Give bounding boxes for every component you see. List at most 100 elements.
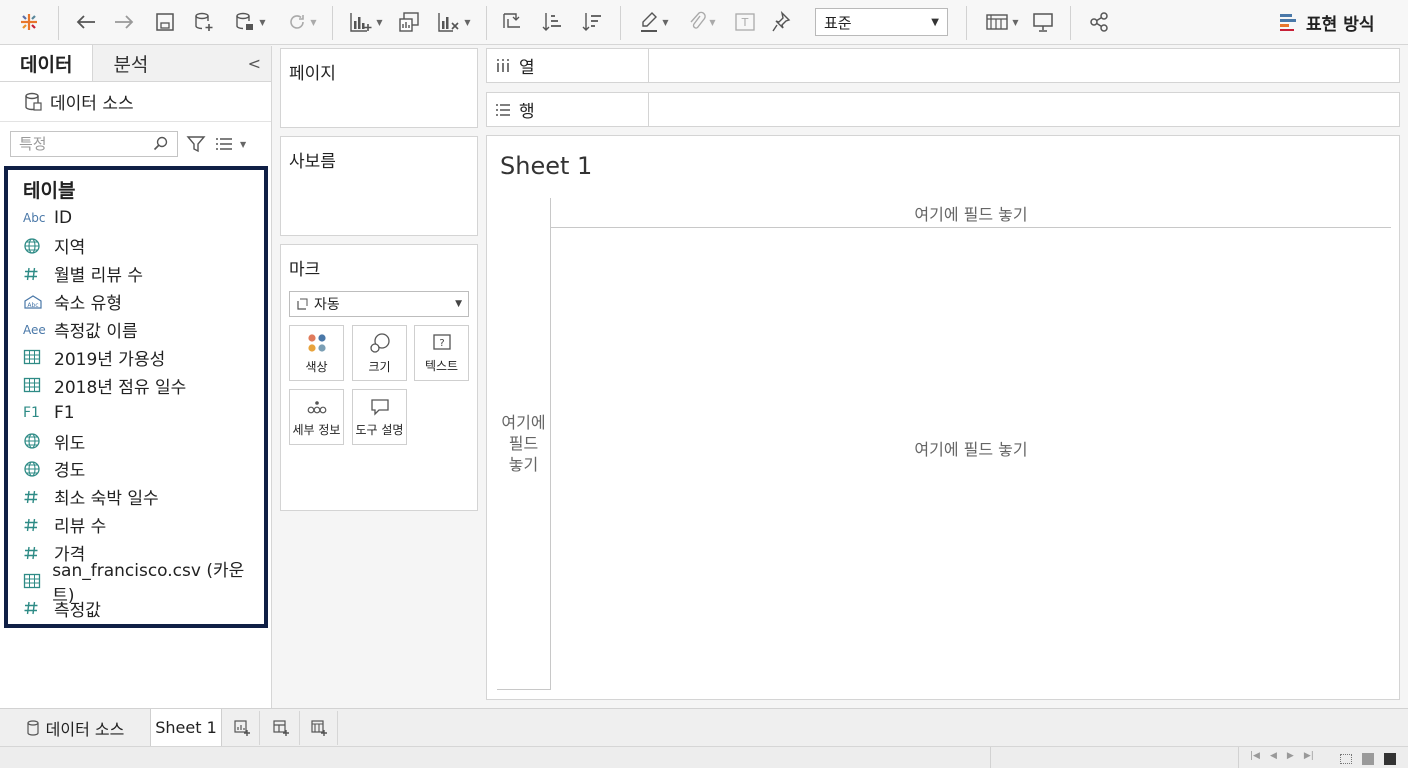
text-type-icon: Abc [23,210,46,225]
highlight-icon[interactable]: ▼ [634,8,674,36]
drop-zone-view[interactable]: 여기에 필드 놓기 [551,436,1391,460]
swap-rows-columns-icon[interactable] [498,8,526,36]
presentation-mode-icon[interactable] [1030,8,1056,36]
next-sheet-icon[interactable]: ▶ [1287,751,1294,761]
tables-title: 테이블 [23,179,76,202]
pause-updates-icon[interactable]: ▼ [228,8,272,36]
sort-descending-icon[interactable] [578,8,606,36]
rows-shelf[interactable]: 행 [486,92,1400,127]
sheet-tab-1[interactable]: Sheet 1 [150,709,222,746]
field-item[interactable]: Abc 숙소 유형 [18,288,254,316]
table-icon [18,573,52,589]
size-mark-button[interactable]: 크기 [352,325,407,381]
field-item[interactable]: 2018년 점유 일수 [18,371,254,399]
show-cards-icon[interactable]: ▼ [980,8,1024,36]
fit-select[interactable]: 표준 ▼ [815,8,948,36]
text-mark-button[interactable]: ? 텍스트 [414,325,469,381]
fix-axes-icon[interactable] [768,8,794,36]
sheet-navigation[interactable]: |◀ ◀ ▶ ▶| [1250,751,1314,761]
redo-icon[interactable] [110,8,138,36]
undo-icon[interactable] [72,8,100,36]
tab-analytics[interactable]: 분석 [93,45,271,81]
field-label: ID [54,207,73,228]
tooltip-mark-button[interactable]: 도구 설명 [352,389,407,445]
rows-label: 행 [519,102,535,122]
show-me-button[interactable]: 표현 방식 [1278,8,1374,36]
data-source-tab[interactable]: 데이터 소스 [0,711,150,745]
filters-card[interactable]: 사보름 [280,136,478,236]
field-item[interactable]: Abc ID [18,204,254,232]
new-worksheet-tab[interactable] [224,711,260,745]
new-story-tab[interactable] [300,711,338,745]
new-dashboard-tab[interactable] [262,711,300,745]
size-icon [369,332,390,353]
refresh-icon[interactable]: ▼ [280,8,324,36]
drop-zone-columns[interactable]: 여기에 필드 놓기 [551,198,1391,228]
marks-type-select[interactable]: 자동 ▼ [289,291,469,317]
sort-ascending-icon[interactable] [538,8,566,36]
new-data-source-icon[interactable] [190,8,218,36]
new-dashboard-icon [272,720,289,736]
pages-card[interactable]: 페이지 [280,48,478,128]
search-input[interactable] [19,135,139,153]
field-label: 측정값 이름 [54,322,138,342]
drop-zone-rows[interactable]: 여기에 필드 놓기 [497,198,551,690]
collapse-pane-icon[interactable]: < [248,54,261,73]
table-icon [18,349,54,365]
text-type-icon: Aee [23,322,46,337]
sheet-tab-label: Sheet 1 [155,718,217,737]
field-item[interactable]: 월별 리뷰 수 [18,260,254,288]
previous-sheet-icon[interactable]: ◀ [1270,751,1277,761]
clear-sheet-icon[interactable]: ▼ [432,8,476,36]
duplicate-sheet-icon[interactable] [396,8,422,36]
group-members-icon[interactable]: ▼ [682,8,722,36]
field-item[interactable]: 최소 숙박 일수 [18,483,254,511]
tabs-view-icon[interactable] [1362,753,1374,765]
field-item[interactable]: 경도 [18,455,254,483]
filter-icon[interactable] [186,134,206,154]
last-sheet-icon[interactable]: ▶| [1304,751,1314,761]
sheet-title[interactable]: Sheet 1 [500,152,592,180]
chevron-down-icon: ▼ [455,299,462,309]
first-sheet-icon[interactable]: |◀ [1250,751,1260,761]
marks-type-value: 자동 [314,297,340,313]
table-icon [18,377,54,393]
save-icon[interactable] [152,8,178,36]
number-icon [18,600,54,616]
status-bar: |◀ ◀ ▶ ▶| [0,746,1408,768]
color-mark-button[interactable]: 색상 [289,325,344,381]
filmstrip-icon[interactable] [1340,754,1352,764]
data-source-item[interactable]: 데이터 소스 [0,82,271,122]
number-icon [18,545,54,561]
columns-shelf[interactable]: 열 [486,48,1400,83]
tab-data[interactable]: 데이터 [0,45,94,81]
number-icon [18,517,54,533]
columns-label: 열 [519,58,535,78]
data-pane-tabs: 데이터 분석 < [0,45,271,82]
tableau-logo-icon[interactable] [14,8,44,36]
field-item[interactable]: san_francisco.csv (카운트) [18,561,254,606]
search-icon[interactable] [153,136,169,152]
database-icon [27,720,39,736]
field-item[interactable]: 리뷰 수 [18,511,254,539]
show-mark-labels-icon[interactable]: T [732,8,758,36]
size-label: 크기 [368,359,391,374]
svg-text:T: T [741,16,749,29]
sheet-sorter-icon[interactable] [1384,753,1396,765]
show-me-label: 표현 방식 [1306,14,1375,35]
field-item[interactable]: 지역 [18,232,254,260]
tooltip-label: 도구 설명 [355,422,404,437]
field-item[interactable]: 위도 [18,427,254,455]
field-item[interactable]: Aee 측정값 이름 [18,316,254,344]
view-mode-buttons [1340,753,1396,765]
show-me-icon [1280,14,1296,31]
new-worksheet-icon[interactable]: ▼ [344,8,388,36]
field-item[interactable]: 2019년 가용성 [18,343,254,371]
field-item[interactable]: F1 F1 [18,399,254,427]
field-label: 2019년 가용성 [54,349,166,370]
columns-icon [497,58,509,72]
globe-icon [18,237,54,255]
share-icon[interactable] [1086,8,1112,36]
detail-mark-button[interactable]: 세부 정보 [289,389,344,445]
view-options-icon[interactable]: ▼ [214,136,246,152]
